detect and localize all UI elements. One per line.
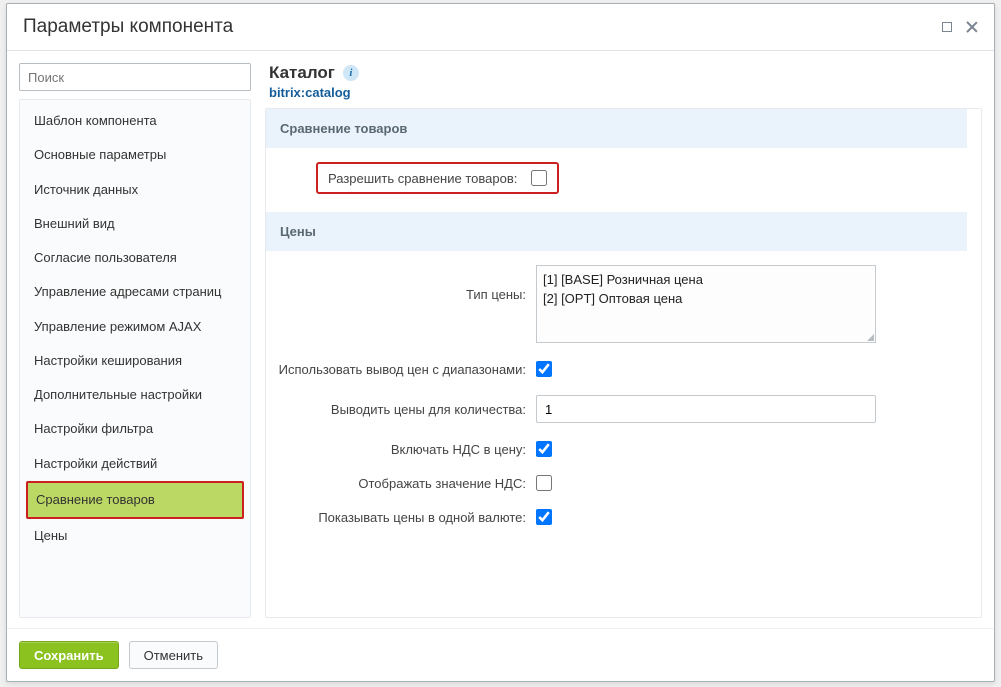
sidebar-item[interactable]: Дополнительные настройки <box>26 378 244 412</box>
main-area: Каталог i bitrix:catalog Сравнение товар… <box>251 63 982 618</box>
sidebar-item[interactable]: Сравнение товаров <box>26 481 244 519</box>
price-range-label: Использовать вывод цен с диапазонами: <box>276 362 536 377</box>
info-icon[interactable]: i <box>343 65 359 81</box>
allow-compare-label: Разрешить сравнение товаров: <box>328 171 531 186</box>
vat-show-label: Отображать значение НДС: <box>276 476 536 491</box>
window-controls <box>942 21 978 33</box>
price-qty-input[interactable] <box>536 395 876 423</box>
component-code: bitrix:catalog <box>269 85 982 100</box>
sidebar-item[interactable]: Согласие пользователя <box>26 241 244 275</box>
sidebar-item[interactable]: Управление адресами страниц <box>26 275 244 309</box>
sidebar-item[interactable]: Управление режимом AJAX <box>26 310 244 344</box>
resize-handle-icon[interactable] <box>867 334 874 341</box>
allow-compare-highlight: Разрешить сравнение товаров: <box>316 162 559 194</box>
maximize-icon[interactable] <box>942 22 952 32</box>
sidebar: Шаблон компонентаОсновные параметрыИсточ… <box>19 63 251 618</box>
sidebar-item[interactable]: Основные параметры <box>26 138 244 172</box>
sidebar-item[interactable]: Настройки кеширования <box>26 344 244 378</box>
dialog-window: Параметры компонента Шаблон компонентаОс… <box>6 3 995 682</box>
sidebar-item[interactable]: Внешний вид <box>26 207 244 241</box>
save-button[interactable]: Сохранить <box>19 641 119 669</box>
section-compare-head: Сравнение товаров <box>266 109 967 148</box>
price-type-label: Тип цены: <box>276 265 536 302</box>
section-compare-body: Разрешить сравнение товаров: <box>266 148 967 212</box>
section-prices-body: Тип цены: [1] [BASE] Розничная цена [2] … <box>266 251 967 547</box>
sidebar-nav[interactable]: Шаблон компонентаОсновные параметрыИсточ… <box>19 99 251 618</box>
sidebar-item[interactable]: Цены <box>26 519 244 553</box>
component-title-row: Каталог i <box>269 63 982 83</box>
vat-include-label: Включать НДС в цену: <box>276 442 536 457</box>
section-prices-head: Цены <box>266 212 967 251</box>
search-input[interactable] <box>19 63 251 91</box>
dialog-footer: Сохранить Отменить <box>7 628 994 681</box>
price-qty-label: Выводить цены для количества: <box>276 402 536 417</box>
list-item[interactable]: [2] [OPT] Оптовая цена <box>543 289 869 308</box>
list-item[interactable]: [1] [BASE] Розничная цена <box>543 270 869 289</box>
window-title: Параметры компонента <box>23 16 942 38</box>
dialog-body: Шаблон компонентаОсновные параметрыИсточ… <box>7 51 994 618</box>
single-currency-label: Показывать цены в одной валюте: <box>276 510 536 525</box>
sidebar-item[interactable]: Шаблон компонента <box>26 104 244 138</box>
vat-show-checkbox[interactable] <box>536 475 552 491</box>
search-wrap <box>19 63 251 99</box>
sidebar-item[interactable]: Источник данных <box>26 173 244 207</box>
sidebar-item[interactable]: Настройки действий <box>26 447 244 481</box>
main-header: Каталог i bitrix:catalog <box>265 63 982 108</box>
price-range-checkbox[interactable] <box>536 361 552 377</box>
component-title: Каталог <box>269 63 335 83</box>
close-icon[interactable] <box>966 21 978 33</box>
sidebar-item[interactable]: Настройки фильтра <box>26 412 244 446</box>
titlebar: Параметры компонента <box>7 4 994 51</box>
cancel-button[interactable]: Отменить <box>129 641 218 669</box>
allow-compare-checkbox[interactable] <box>531 170 547 186</box>
settings-panel[interactable]: Сравнение товаров Разрешить сравнение то… <box>265 108 982 618</box>
vat-include-checkbox[interactable] <box>536 441 552 457</box>
single-currency-checkbox[interactable] <box>536 509 552 525</box>
price-type-listbox[interactable]: [1] [BASE] Розничная цена [2] [OPT] Опто… <box>536 265 876 343</box>
